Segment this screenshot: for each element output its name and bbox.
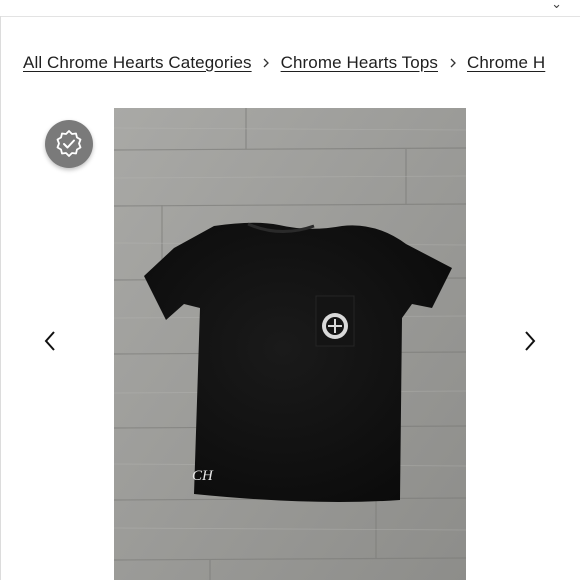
chevron-down-icon[interactable]: ⌄ — [551, 0, 562, 12]
chevron-right-icon — [438, 53, 467, 73]
chevron-right-icon — [525, 331, 536, 351]
previous-image-button[interactable] — [36, 326, 64, 356]
next-image-button[interactable] — [516, 326, 544, 356]
breadcrumb-link-current[interactable]: Chrome H — [467, 53, 545, 73]
product-image[interactable]: CH — [114, 108, 466, 580]
shirt-logo-text: CH — [192, 468, 214, 484]
verified-check-icon — [56, 130, 82, 157]
product-photo-drawing: CH — [114, 108, 466, 580]
verified-badge[interactable] — [45, 120, 93, 168]
breadcrumb-link-tops[interactable]: Chrome Hearts Tops — [281, 53, 438, 73]
top-bar: ⌄ — [0, 0, 580, 17]
chevron-left-icon — [44, 331, 55, 351]
breadcrumb: All Chrome Hearts Categories Chrome Hear… — [23, 50, 545, 76]
breadcrumb-link-all-categories[interactable]: All Chrome Hearts Categories — [23, 53, 252, 73]
page-border — [0, 16, 1, 580]
chevron-right-icon — [252, 53, 281, 73]
